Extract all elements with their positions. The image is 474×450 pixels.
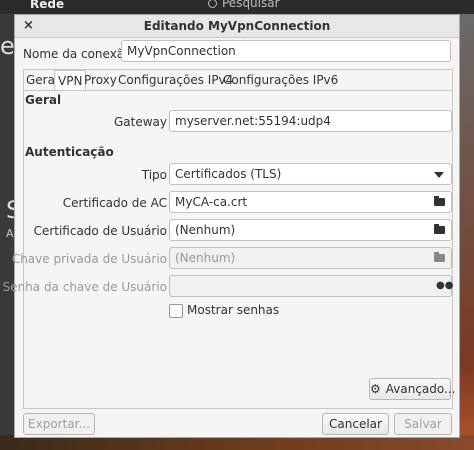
gateway-label: Gateway bbox=[113, 115, 167, 129]
type-label: Tipo bbox=[141, 168, 167, 182]
cancel-button[interactable]: Cancelar bbox=[322, 413, 389, 435]
background-right-panel bbox=[460, 14, 474, 450]
gear-icon: ⚙ bbox=[370, 382, 381, 396]
advanced-button-label: Avançado... bbox=[385, 382, 456, 396]
private-key-label: Chave privada de Usuário bbox=[11, 252, 167, 266]
folder-icon bbox=[434, 196, 445, 206]
save-button[interactable]: Salvar bbox=[394, 413, 452, 435]
private-key-chooser[interactable]: (Nenhum) bbox=[169, 247, 452, 269]
key-password-input[interactable] bbox=[169, 275, 452, 297]
chevron-down-icon bbox=[434, 172, 444, 178]
gateway-input[interactable]: myserver.net:55194:udp4 bbox=[169, 110, 452, 132]
connection-name-label: Nome da conexão bbox=[23, 47, 132, 61]
ca-certificate-value: MyCA-ca.crt bbox=[175, 195, 248, 209]
tab-ipv4[interactable]: Configurações IPv4 bbox=[118, 73, 233, 87]
tab-ipv6[interactable]: Configurações IPv6 bbox=[223, 73, 338, 87]
tab-vpn[interactable]: VPN bbox=[54, 70, 87, 90]
show-passwords-checkbox[interactable] bbox=[169, 304, 183, 318]
background-search: Pesquisar bbox=[222, 0, 280, 10]
general-section-heading: Geral bbox=[25, 93, 62, 107]
private-key-value: (Nenhum) bbox=[175, 251, 236, 265]
user-certificate-value: (Nenhum) bbox=[175, 223, 236, 237]
connection-name-input[interactable]: MyVpnConnection bbox=[121, 40, 451, 62]
export-button[interactable]: Exportar... bbox=[23, 413, 95, 435]
background-window-title: Rede bbox=[30, 0, 65, 11]
auth-type-select[interactable]: Certificados (TLS) bbox=[169, 163, 452, 185]
close-icon[interactable]: × bbox=[23, 15, 34, 37]
users-icon[interactable]: ●● bbox=[436, 280, 453, 291]
edit-connection-dialog: × Editando MyVpnConnection Nome da conex… bbox=[3, 14, 460, 438]
ca-certificate-chooser[interactable]: MyCA-ca.crt bbox=[169, 191, 452, 213]
user-certificate-label: Certificado de Usuário bbox=[33, 224, 167, 238]
dialog-title: Editando MyVpnConnection bbox=[143, 19, 331, 33]
tab-bar: Geral VPN Proxy Configurações IPv4 Confi… bbox=[24, 70, 452, 91]
tab-proxy[interactable]: Proxy bbox=[84, 73, 117, 87]
show-passwords-label: Mostrar senhas bbox=[187, 303, 280, 317]
user-certificate-chooser[interactable]: (Nenhum) bbox=[169, 219, 452, 241]
key-password-label: Senha da chave de Usuário bbox=[2, 280, 167, 294]
dialog-titlebar: × Editando MyVpnConnection bbox=[15, 15, 459, 38]
folder-icon bbox=[434, 252, 445, 262]
advanced-button[interactable]: ⚙ Avançado... bbox=[369, 378, 455, 400]
folder-icon bbox=[434, 224, 445, 234]
authentication-section-heading: Autenticação bbox=[25, 145, 114, 159]
ca-certificate-label: Certificado de AC bbox=[62, 196, 167, 210]
settings-notebook: Geral VPN Proxy Configurações IPv4 Confi… bbox=[3, 69, 455, 409]
auth-type-value: Certificados (TLS) bbox=[175, 167, 282, 181]
